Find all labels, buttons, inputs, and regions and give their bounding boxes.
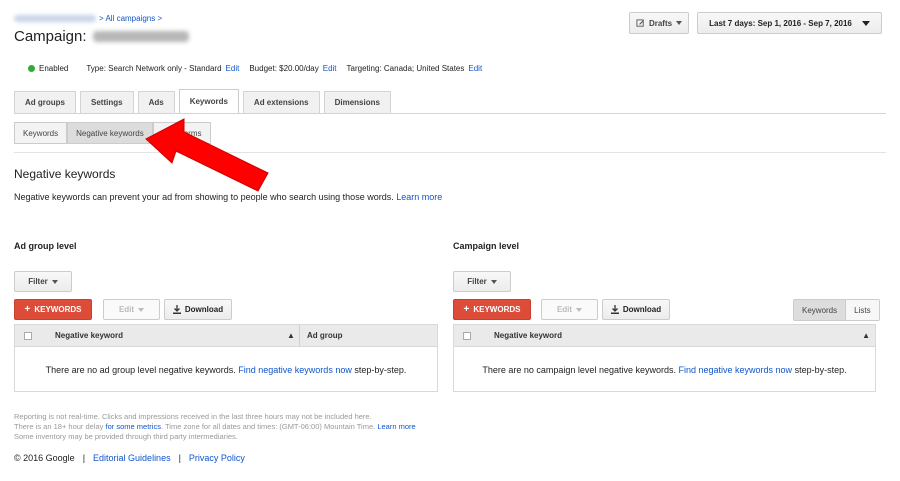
campaign-filter-button[interactable]: Filter xyxy=(453,271,511,292)
privacy-policy-link[interactable]: Privacy Policy xyxy=(189,453,245,463)
page-title: Campaign: xyxy=(14,28,189,45)
ad-group-filter-button[interactable]: Filter xyxy=(14,271,72,292)
tab-keywords[interactable]: Keywords xyxy=(178,89,239,113)
select-all-checkbox[interactable] xyxy=(24,331,32,340)
column-divider xyxy=(299,325,300,346)
chevron-down-icon xyxy=(861,20,870,26)
account-name-redacted[interactable] xyxy=(14,15,96,22)
table-header: Negative keyword ▲ xyxy=(454,325,875,347)
sort-ascending-icon[interactable]: ▲ xyxy=(287,331,295,340)
targeting-text: Targeting: Canada; United States xyxy=(346,64,465,73)
editorial-guidelines-link[interactable]: Editorial Guidelines xyxy=(93,453,171,463)
chevron-down-icon xyxy=(138,307,145,312)
toggle-lists[interactable]: Lists xyxy=(846,300,879,320)
copyright-text: © 2016 Google xyxy=(14,453,75,463)
chevron-down-icon xyxy=(490,279,497,284)
date-range-selector[interactable]: Last 7 days: Sep 1, 2016 - Sep 7, 2016 xyxy=(697,12,882,34)
note-line-3: Some inventory may be provided through t… xyxy=(14,432,238,441)
empty-state-message: There are no ad group level negative key… xyxy=(15,347,437,392)
plus-icon: + xyxy=(24,304,31,315)
note-line-2: There is an 18+ hour delay for some metr… xyxy=(14,422,416,432)
main-tabs: Ad groups Settings Ads Keywords Ad exten… xyxy=(14,89,391,113)
tab-dimensions[interactable]: Dimensions xyxy=(323,91,391,113)
ad-group-negative-keywords-table: Negative keyword ▲ Ad group There are no… xyxy=(14,324,438,392)
budget-text: Budget: $20.00/day xyxy=(249,64,319,73)
column-header-ad-group[interactable]: Ad group xyxy=(307,331,343,340)
drafts-label: Drafts xyxy=(648,18,673,28)
keywords-lists-toggle: Keywords Lists xyxy=(793,299,880,321)
add-keywords-label: KEYWORDS xyxy=(473,305,521,314)
note-delay-text: There is an 18+ hour delay xyxy=(14,422,104,431)
empty-text: There are no ad group level negative key… xyxy=(45,364,236,375)
some-metrics-link[interactable]: for some metrics xyxy=(106,422,161,431)
select-all-checkbox[interactable] xyxy=(463,331,471,340)
campaign-label: Campaign: xyxy=(14,28,87,45)
edit-budget-link[interactable]: Edit xyxy=(323,64,337,73)
plus-icon: + xyxy=(463,304,470,315)
download-icon xyxy=(172,305,181,314)
filter-label: Filter xyxy=(467,277,487,286)
edit-targeting-link[interactable]: Edit xyxy=(468,64,482,73)
notes-learn-more-link[interactable]: Learn more xyxy=(377,422,415,431)
ad-group-download-button[interactable]: Download xyxy=(164,299,232,320)
all-campaigns-link[interactable]: > All campaigns > xyxy=(99,14,162,23)
drafts-button[interactable]: Drafts xyxy=(629,12,689,34)
empty-text: There are no campaign level negative key… xyxy=(482,364,676,375)
find-negative-keywords-link[interactable]: Find negative keywords now xyxy=(679,365,793,375)
campaign-negative-keywords-table: Negative keyword ▲ There are no campaign… xyxy=(453,324,876,392)
column-header-negative-keyword[interactable]: Negative keyword xyxy=(43,331,273,340)
chevron-down-icon xyxy=(576,307,583,312)
download-icon xyxy=(610,305,619,314)
download-label: Download xyxy=(184,305,224,314)
campaign-download-button[interactable]: Download xyxy=(602,299,670,320)
pencil-icon xyxy=(636,18,644,27)
learn-more-link[interactable]: Learn more xyxy=(396,192,442,202)
tab-ads[interactable]: Ads xyxy=(137,91,175,113)
edit-type-link[interactable]: Edit xyxy=(226,64,240,73)
add-keywords-label: KEYWORDS xyxy=(34,305,82,314)
note-timezone-text: . Time zone for all dates and times: (GM… xyxy=(160,422,376,431)
annotation-arrow-icon xyxy=(145,118,269,192)
chevron-down-icon xyxy=(51,279,58,284)
tab-ad-extensions[interactable]: Ad extensions xyxy=(242,91,320,113)
column-header-negative-keyword[interactable]: Negative keyword xyxy=(482,331,562,340)
tab-settings[interactable]: Settings xyxy=(80,91,134,113)
download-label: Download xyxy=(622,305,662,314)
filter-label: Filter xyxy=(28,277,48,286)
campaign-edit-button[interactable]: Edit xyxy=(541,299,598,320)
description-text: Negative keywords can prevent your ad fr… xyxy=(14,192,394,202)
tab-divider xyxy=(14,113,886,114)
ad-group-edit-button[interactable]: Edit xyxy=(103,299,160,320)
sort-ascending-icon[interactable]: ▲ xyxy=(862,331,870,340)
footer-separator: | xyxy=(82,453,86,463)
table-header: Negative keyword ▲ Ad group xyxy=(15,325,437,347)
subtab-keywords[interactable]: Keywords xyxy=(14,122,68,144)
page-footer: © 2016 Google | Editorial Guidelines | P… xyxy=(14,453,245,463)
ad-group-add-keywords-button[interactable]: + KEYWORDS xyxy=(14,299,92,320)
find-negative-keywords-link[interactable]: Find negative keywords now xyxy=(238,365,352,375)
campaign-add-keywords-button[interactable]: + KEYWORDS xyxy=(453,299,531,320)
section-description: Negative keywords can prevent your ad fr… xyxy=(14,192,442,202)
chevron-down-icon xyxy=(676,21,683,25)
empty-state-message: There are no campaign level negative key… xyxy=(454,347,875,392)
ad-group-level-title: Ad group level xyxy=(14,241,77,251)
edit-label: Edit xyxy=(118,305,135,314)
footer-separator: | xyxy=(178,453,181,463)
tab-ad-groups[interactable]: Ad groups xyxy=(14,91,76,113)
date-range-label: Last 7 days: Sep 1, 2016 - Sep 7, 2016 xyxy=(709,18,852,28)
type-text: Type: Search Network only - Standard xyxy=(86,64,222,73)
edit-label: Edit xyxy=(556,305,573,314)
reporting-notes: Reporting is not real-time. Clicks and i… xyxy=(14,412,416,442)
campaign-level-title: Campaign level xyxy=(453,241,520,251)
status-dot-icon xyxy=(28,65,35,72)
note-line-1: Reporting is not real-time. Clicks and i… xyxy=(14,412,372,421)
section-heading: Negative keywords xyxy=(14,167,116,181)
status-text: Enabled xyxy=(39,64,69,73)
breadcrumb: > All campaigns > xyxy=(14,14,162,23)
empty-suffix: step-by-step. xyxy=(354,364,407,375)
toggle-keywords[interactable]: Keywords xyxy=(794,300,847,320)
empty-suffix: step-by-step. xyxy=(794,364,847,375)
campaign-name-redacted xyxy=(92,31,189,42)
campaign-info-row: Enabled Type: Search Network only - Stan… xyxy=(28,64,482,73)
